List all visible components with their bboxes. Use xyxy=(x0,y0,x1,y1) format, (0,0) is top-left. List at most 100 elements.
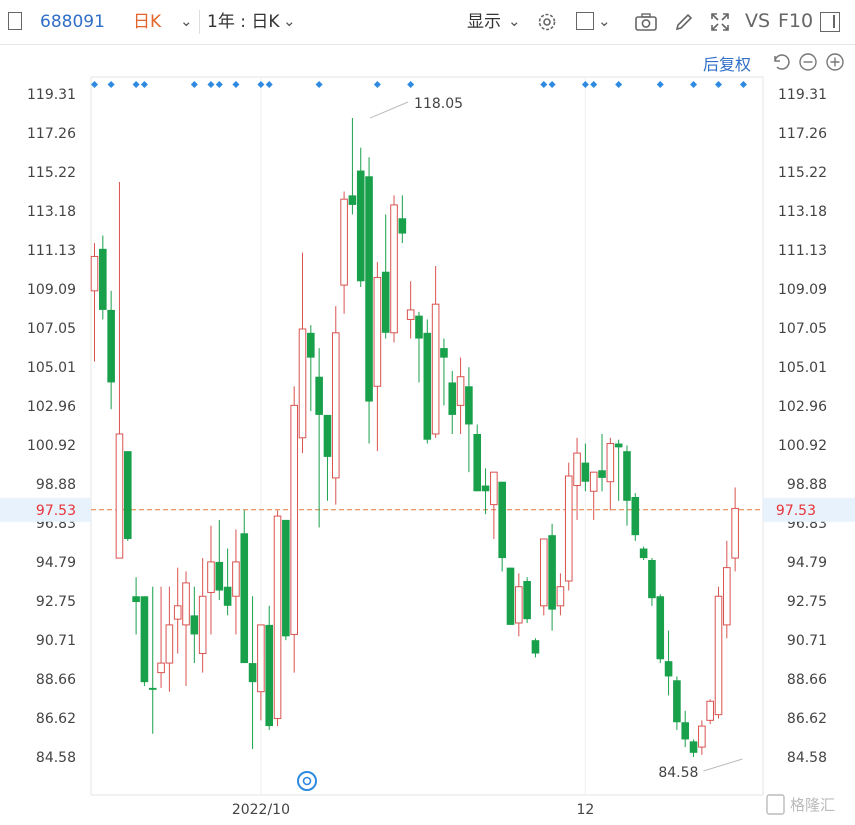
event-marker xyxy=(265,81,273,88)
event-marker xyxy=(373,81,381,88)
candle xyxy=(182,571,190,686)
candle-body xyxy=(714,595,723,716)
y-tick-label-left: 107.05 xyxy=(27,321,76,337)
candle xyxy=(140,596,149,686)
candle xyxy=(373,262,382,452)
candle-body xyxy=(340,198,348,286)
event-marker xyxy=(207,81,215,88)
y-tick-label-right: 107.05 xyxy=(778,321,827,337)
candle xyxy=(456,357,465,434)
y-tick-label-right: 86.62 xyxy=(787,711,827,727)
y-tick-label-right: 105.01 xyxy=(778,360,827,376)
y-tick-label-right: 109.09 xyxy=(778,282,827,298)
candle xyxy=(381,214,390,339)
candle-body xyxy=(539,538,548,607)
event-marker xyxy=(215,81,223,88)
candle-body xyxy=(490,471,498,506)
candle-body xyxy=(731,507,739,559)
event-marker xyxy=(140,81,148,88)
candle xyxy=(440,338,448,406)
candle-body xyxy=(639,548,648,559)
low-annotation-label: 84.58 xyxy=(658,765,698,781)
candle-body xyxy=(148,687,157,690)
event-marker xyxy=(257,81,265,88)
candle xyxy=(515,573,523,637)
candle-body xyxy=(523,580,531,620)
candle-body xyxy=(423,332,432,440)
candle xyxy=(148,586,157,734)
event-marker xyxy=(715,81,722,88)
candle-body xyxy=(723,567,731,626)
candle-body xyxy=(456,376,465,406)
y-tick-label-left: 113.18 xyxy=(27,204,76,220)
candle xyxy=(323,414,332,501)
candle xyxy=(232,529,240,635)
candle-body xyxy=(290,404,298,635)
candle-body xyxy=(664,661,673,677)
event-marker xyxy=(107,81,115,88)
candle-body xyxy=(556,586,565,607)
candle xyxy=(307,325,315,412)
candle-body xyxy=(140,596,149,683)
y-tick-label-right: 100.92 xyxy=(778,438,827,454)
candle xyxy=(648,558,656,606)
candle-body xyxy=(506,567,515,625)
candle-body xyxy=(623,451,631,501)
candle-body xyxy=(365,176,373,402)
candle-body xyxy=(173,605,182,620)
candlestick-chart[interactable]: 2022/10 12 119.31 119.31 117.26 117.26 115.22 1… xyxy=(0,0,855,825)
candle xyxy=(315,348,323,528)
y-tick-label-right: 98.88 xyxy=(787,477,827,493)
candle xyxy=(723,540,731,639)
candle xyxy=(639,546,648,560)
candle-body xyxy=(440,348,448,358)
watermark-text: 格隆汇 xyxy=(790,796,835,814)
y-tick-label-left: 84.58 xyxy=(36,750,76,766)
y-tick-label-right: 88.66 xyxy=(787,672,827,688)
candle-body xyxy=(673,680,681,723)
current-price-label-right: 97.53 xyxy=(776,503,816,519)
candle-body xyxy=(681,722,690,740)
event-marker xyxy=(581,81,589,88)
candle xyxy=(731,487,739,572)
candle xyxy=(631,493,640,541)
candle-body xyxy=(215,561,224,591)
candle-body xyxy=(115,433,124,559)
candle xyxy=(614,439,623,501)
candle xyxy=(664,630,673,696)
candle-body xyxy=(198,595,207,655)
event-marker xyxy=(540,81,548,88)
candle-body xyxy=(656,596,665,660)
candle xyxy=(257,624,265,721)
candle xyxy=(714,586,723,719)
candle-body xyxy=(190,615,199,635)
event-marker xyxy=(656,81,664,88)
y-tick-label-right: 119.31 xyxy=(778,87,827,103)
candle-body xyxy=(157,662,165,674)
candle xyxy=(656,594,665,664)
candle-body xyxy=(689,741,698,753)
event-at-icon-inner xyxy=(302,776,312,786)
high-annotation-label: 118.05 xyxy=(414,96,463,112)
candle xyxy=(689,739,698,757)
candle-body xyxy=(548,535,556,610)
candle xyxy=(207,525,215,635)
y-tick-label-left: 115.22 xyxy=(27,165,76,181)
candle xyxy=(523,577,531,623)
candle-body xyxy=(315,376,323,415)
candle xyxy=(248,596,257,749)
candle xyxy=(698,720,706,755)
event-marker xyxy=(548,81,556,88)
candle-body xyxy=(698,725,706,748)
candle-body xyxy=(123,451,132,539)
candle xyxy=(498,481,506,572)
candle-body xyxy=(165,624,174,664)
candle xyxy=(448,370,457,434)
candle-body xyxy=(589,471,598,492)
candle-body xyxy=(606,443,615,483)
candle xyxy=(573,437,581,520)
event-marker xyxy=(690,81,698,88)
candle-body xyxy=(415,315,423,339)
candle xyxy=(598,433,606,492)
candle xyxy=(282,519,290,641)
